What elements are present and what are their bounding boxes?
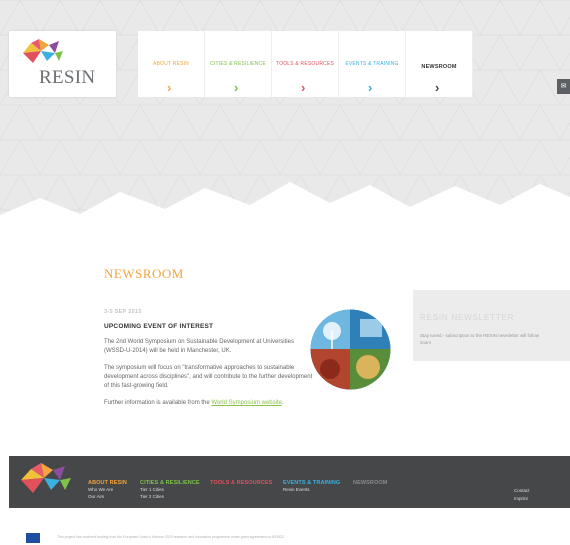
footer-col-newsroom: NEWSROOM bbox=[353, 480, 387, 486]
nav-cities-resilience[interactable]: CITIES & RESILIENCE › bbox=[205, 31, 272, 97]
footer-link[interactable]: Who We Are bbox=[88, 487, 127, 493]
footer-heading[interactable]: ABOUT RESIN bbox=[88, 480, 127, 486]
chevron-right-icon: › bbox=[167, 80, 172, 95]
footer-link[interactable]: Tier 2 Cities bbox=[140, 494, 200, 500]
nav-label: EVENTS & TRAINING bbox=[345, 61, 399, 67]
nav-newsroom[interactable]: NEWSROOM › bbox=[406, 31, 473, 97]
footer-heading[interactable]: EVENTS & TRAINING bbox=[283, 480, 340, 486]
nav-events-training[interactable]: EVENTS & TRAINING › bbox=[339, 31, 406, 97]
footer-heading[interactable]: CITIES & RESILIENCE bbox=[140, 480, 200, 486]
article-date: 3-5 SEP 2015 bbox=[104, 309, 142, 315]
nav-label: NEWSROOM bbox=[421, 64, 457, 70]
footer-col-tools: TOOLS & RESOURCES bbox=[210, 480, 272, 486]
nav-label: TOOLS & RESOURCES bbox=[275, 61, 335, 67]
newsletter-box: RESIN NEWSLETTER Stay tuned - subscripti… bbox=[413, 290, 570, 361]
footer-link[interactable]: Resin Events bbox=[283, 487, 340, 493]
share-icon[interactable]: ✉ bbox=[557, 79, 570, 94]
nav-about-resin[interactable]: ABOUT RESIN › bbox=[138, 31, 205, 97]
eu-funding-text: This project has received funding from t… bbox=[57, 535, 284, 539]
footer-col-about: ABOUT RESIN Who We Are Our Aim bbox=[88, 480, 127, 500]
article-text: Further information is available from th… bbox=[104, 400, 212, 406]
article-text: . bbox=[281, 400, 284, 406]
logo-mark-icon bbox=[23, 39, 63, 63]
article-paragraph: The symposium will focus on "transformat… bbox=[104, 365, 313, 389]
eu-funding-bar: This project has received funding from t… bbox=[9, 531, 409, 543]
eu-flag-icon bbox=[26, 533, 40, 543]
chevron-right-icon: › bbox=[234, 80, 239, 95]
nav-label: ABOUT RESIN bbox=[152, 61, 189, 67]
footer-heading[interactable]: TOOLS & RESOURCES bbox=[210, 480, 272, 486]
footer-heading[interactable]: NEWSROOM bbox=[353, 480, 387, 486]
site-footer: ABOUT RESIN Who We Are Our Aim CITIES & … bbox=[9, 456, 570, 508]
logo[interactable]: RESIN bbox=[9, 31, 116, 97]
logo-text: RESIN bbox=[39, 67, 96, 88]
newsletter-title: RESIN NEWSLETTER bbox=[420, 313, 515, 322]
footer-link[interactable]: Our Aim bbox=[88, 494, 127, 500]
nav-label: CITIES & RESILIENCE bbox=[210, 61, 266, 67]
footer-logo-icon[interactable] bbox=[17, 463, 73, 499]
article-headline: UPCOMING EVENT OF INTEREST bbox=[104, 323, 214, 330]
world-symposium-link[interactable]: World Symposium website bbox=[211, 400, 282, 406]
footer-col-cities: CITIES & RESILIENCE Tier 1 Cities Tier 2… bbox=[140, 480, 200, 500]
chevron-right-icon: › bbox=[301, 80, 306, 95]
page-title: NEWSROOM bbox=[104, 266, 184, 281]
article-image bbox=[310, 309, 391, 390]
newsletter-text: Stay tuned - subscription to the RESIN n… bbox=[420, 333, 540, 345]
news-article: 3-5 SEP 2015 UPCOMING EVENT OF INTEREST … bbox=[104, 309, 314, 408]
imprint-link[interactable]: Imprint bbox=[514, 495, 530, 503]
contact-link[interactable]: Contact bbox=[514, 487, 530, 495]
footer-link[interactable]: Tier 1 Cities bbox=[140, 487, 200, 493]
chevron-right-icon: › bbox=[368, 80, 373, 95]
footer-legal-links: Contact Imprint bbox=[514, 487, 530, 503]
chevron-right-icon: › bbox=[435, 80, 440, 95]
article-paragraph: Further information is available from th… bbox=[104, 399, 314, 408]
footer-col-events: EVENTS & TRAINING Resin Events bbox=[283, 480, 340, 493]
article-paragraph: The 2nd World Symposium on Sustainable D… bbox=[104, 339, 294, 354]
hero-banner: RESIN ABOUT RESIN › CITIES & RESILIENCE … bbox=[0, 0, 570, 235]
main-nav: ABOUT RESIN › CITIES & RESILIENCE › TOOL… bbox=[138, 31, 473, 97]
nav-tools-resources[interactable]: TOOLS & RESOURCES › bbox=[272, 31, 339, 97]
